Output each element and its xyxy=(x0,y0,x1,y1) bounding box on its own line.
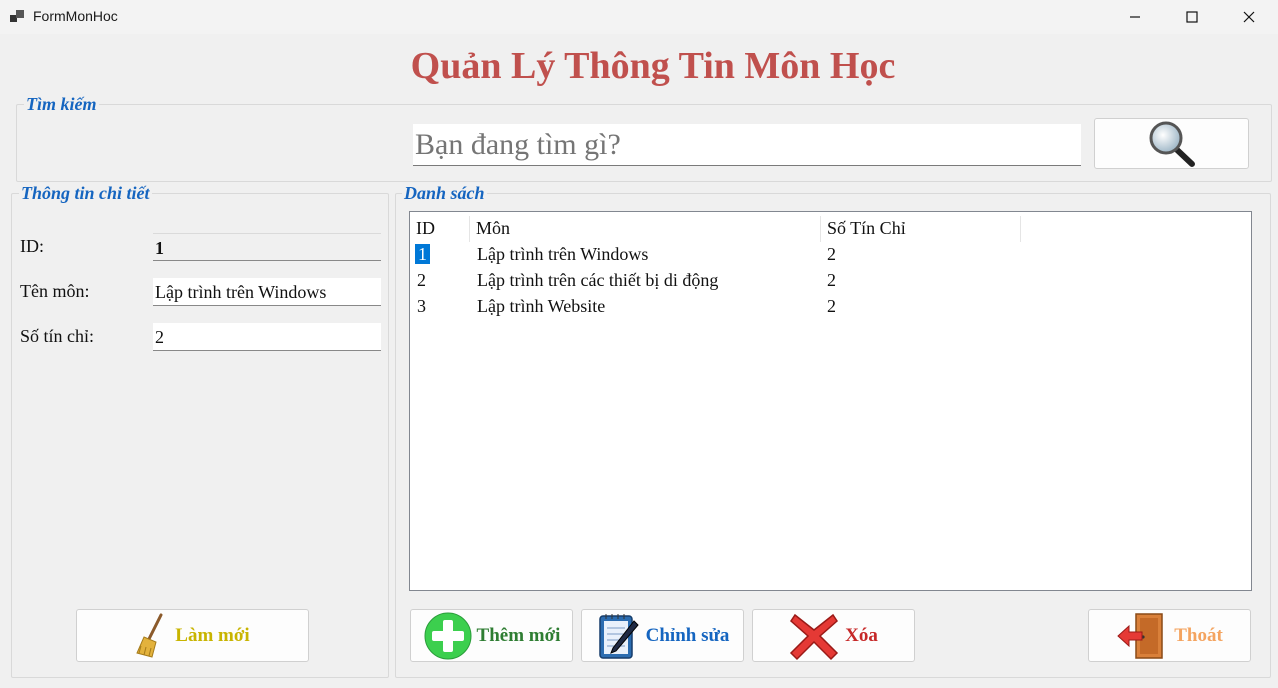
detail-legend: Thông tin chi tiết xyxy=(19,183,152,203)
window-title: FormMonHoc xyxy=(33,8,118,24)
cell-credits: 2 xyxy=(827,270,836,290)
cell-id: 3 xyxy=(417,296,426,316)
minimize-icon xyxy=(1130,16,1140,18)
column-header-credits[interactable]: Số Tín Chỉ xyxy=(821,216,1021,242)
cell-credits: 2 xyxy=(827,244,836,264)
search-input[interactable] xyxy=(413,124,1081,166)
cell-subject: Lập trình trên Windows xyxy=(477,244,649,264)
cell-credits: 2 xyxy=(827,296,836,316)
list-legend: Danh sách xyxy=(402,183,487,203)
search-button[interactable] xyxy=(1094,118,1249,169)
name-field[interactable]: Lập trình trên Windows xyxy=(153,278,381,306)
edit-label: Chỉnh sửa xyxy=(645,624,730,646)
edit-button[interactable]: Chỉnh sửa xyxy=(581,609,744,662)
delete-x-icon xyxy=(790,613,839,660)
cell-subject: Lập trình trên các thiết bị di động xyxy=(477,270,719,290)
close-icon xyxy=(1243,11,1255,23)
add-button[interactable]: Thêm mới xyxy=(410,609,573,662)
search-legend: Tìm kiếm xyxy=(24,94,99,114)
credits-field[interactable]: 2 xyxy=(153,323,381,351)
column-header-id[interactable]: ID xyxy=(410,216,470,242)
title-bar: FormMonHoc xyxy=(0,0,1278,34)
id-label: ID: xyxy=(20,236,44,256)
name-label: Tên môn: xyxy=(20,281,90,301)
exit-label: Thoát xyxy=(1174,624,1223,646)
maximize-icon xyxy=(1186,11,1198,23)
maximize-button[interactable] xyxy=(1163,0,1221,34)
cell-id: 2 xyxy=(417,270,426,290)
close-button[interactable] xyxy=(1220,0,1278,34)
subject-listview[interactable]: ID Môn Số Tín Chỉ 1 Lập trình trên Windo… xyxy=(409,211,1252,591)
table-row[interactable]: 1 Lập trình trên Windows 2 xyxy=(410,242,1250,268)
search-icon xyxy=(1149,121,1195,167)
refresh-label: Làm mới xyxy=(175,624,250,646)
notepad-edit-icon xyxy=(598,613,639,659)
delete-label: Xóa xyxy=(845,624,878,646)
refresh-button[interactable]: Làm mới xyxy=(76,609,309,662)
table-row[interactable]: 2 Lập trình trên các thiết bị di động 2 xyxy=(410,268,1250,294)
detail-group xyxy=(11,193,389,678)
id-field[interactable]: 1 xyxy=(153,233,381,261)
cell-id: 1 xyxy=(415,244,430,264)
exit-door-icon xyxy=(1117,612,1163,659)
cell-subject: Lập trình Website xyxy=(477,296,606,316)
page-title: Quản Lý Thông Tin Môn Học xyxy=(410,45,896,87)
delete-button[interactable]: Xóa xyxy=(752,609,915,662)
app-icon xyxy=(10,10,24,22)
exit-button[interactable]: Thoát xyxy=(1088,609,1251,662)
add-label: Thêm mới xyxy=(476,624,561,646)
table-row[interactable]: 3 Lập trình Website 2 xyxy=(410,294,1250,320)
column-header-subject[interactable]: Môn xyxy=(470,216,821,242)
broom-icon xyxy=(136,613,163,658)
credits-label: Số tín chỉ: xyxy=(20,326,95,346)
plus-icon xyxy=(424,612,472,659)
minimize-button[interactable] xyxy=(1106,0,1164,34)
